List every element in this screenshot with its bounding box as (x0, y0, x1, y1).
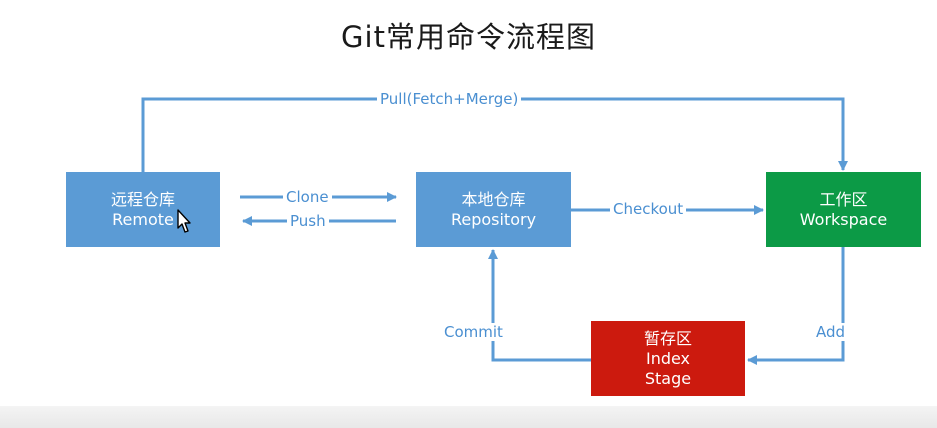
bottom-band (0, 406, 937, 428)
pull-arrow (141, 97, 848, 172)
pull-label: Pull(Fetch+Merge) (377, 90, 522, 108)
workspace-cn-label: 工作区 (819, 189, 868, 209)
commit-label: Commit (441, 323, 506, 341)
add-label: Add (813, 323, 849, 341)
add-arrow (747, 247, 845, 365)
mouse-cursor-icon (177, 209, 191, 233)
workspace-node: 工作区 Workspace (766, 172, 921, 247)
repository-en-label: Repository (450, 209, 537, 229)
repository-cn-label: 本地仓库 (461, 189, 526, 209)
clone-label: Clone (283, 188, 332, 206)
index-node: 暂存区 Index Stage (591, 321, 745, 396)
index-cn-label: 暂存区 (643, 328, 692, 348)
stage-en-label: Stage (644, 368, 692, 388)
push-label: Push (287, 212, 329, 230)
index-en-label: Index (645, 348, 691, 368)
checkout-label: Checkout (610, 200, 687, 218)
remote-en-label: Remote (112, 209, 174, 229)
remote-cn-label: 远程仓库 (110, 189, 175, 209)
commit-arrow (488, 249, 591, 362)
repository-node: 本地仓库 Repository (416, 172, 571, 247)
remote-node: 远程仓库 Remote (66, 172, 220, 247)
workspace-en-label: Workspace (799, 209, 888, 229)
